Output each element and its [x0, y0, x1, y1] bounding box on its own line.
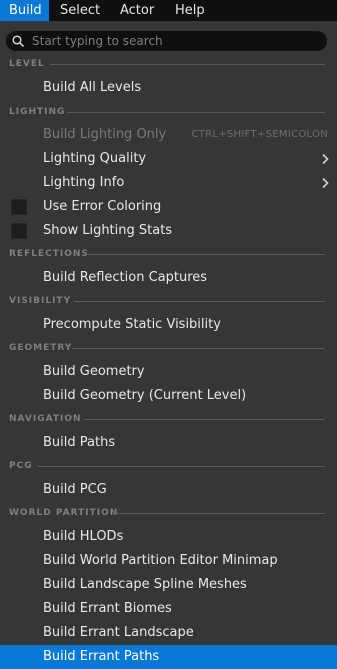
menu-help[interactable]: Help [166, 0, 214, 21]
menu-actor[interactable]: Actor [111, 0, 163, 21]
menu-item-use-error-coloring[interactable]: Use Error Coloring [0, 195, 337, 219]
menu-item-label: Build HLODs [43, 529, 124, 544]
section-divider [84, 419, 325, 420]
menu-item-build-errant-biomes[interactable]: Build Errant Biomes [0, 597, 337, 621]
section-level: LEVEL [0, 57, 337, 71]
section-divider [74, 301, 325, 302]
build-menu-dropdown: LEVEL Build All Levels LIGHTING Build Li… [0, 21, 337, 669]
menu-item-precompute-static-visibility[interactable]: Precompute Static Visibility [0, 313, 337, 337]
menu-item-lighting-quality[interactable]: Lighting Quality [0, 147, 337, 171]
section-visibility: VISIBILITY [0, 294, 337, 308]
search-icon [12, 35, 24, 47]
menu-item-build-errant-paths[interactable]: Build Errant Paths [0, 645, 337, 669]
menu-build[interactable]: Build [0, 0, 49, 21]
menu-item-label: Lighting Quality [43, 151, 147, 166]
menu-item-label: Build Reflection Captures [43, 270, 208, 285]
menu-item-build-reflection-captures[interactable]: Build Reflection Captures [0, 266, 337, 290]
section-world-partition: WORLD PARTITION [0, 506, 337, 520]
menu-item-label: Build Geometry [43, 364, 145, 379]
section-divider [72, 348, 325, 349]
menu-item-label: Build Landscape Spline Meshes [43, 577, 247, 592]
checkbox-show-lighting-stats[interactable] [11, 223, 27, 239]
search-box[interactable] [6, 31, 327, 51]
menu-item-show-lighting-stats[interactable]: Show Lighting Stats [0, 219, 337, 243]
chevron-right-icon [322, 153, 329, 165]
menu-item-build-all-levels[interactable]: Build All Levels [0, 76, 337, 100]
section-lighting: LIGHTING [0, 105, 337, 119]
menu-item-build-paths[interactable]: Build Paths [0, 431, 337, 455]
section-geometry: GEOMETRY [0, 341, 337, 355]
menu-item-label: Lighting Info [43, 175, 125, 190]
menu-item-label: Build PCG [43, 482, 107, 497]
menu-item-build-landscape-spline-meshes[interactable]: Build Landscape Spline Meshes [0, 573, 337, 597]
section-label-world-partition: WORLD PARTITION [9, 508, 119, 518]
section-label-reflections: REFLECTIONS [9, 249, 89, 259]
menu-item-label: Precompute Static Visibility [43, 317, 221, 332]
section-divider [112, 513, 325, 514]
section-pcg: PCG [0, 459, 337, 473]
menu-item-build-hlods[interactable]: Build HLODs [0, 525, 337, 549]
menu-item-build-geometry[interactable]: Build Geometry [0, 360, 337, 384]
menu-item-label: Build Lighting Only [43, 127, 167, 142]
menu-item-label: Build Paths [43, 435, 116, 450]
section-label-visibility: VISIBILITY [9, 296, 72, 306]
menu-item-build-world-partition-editor-minimap[interactable]: Build World Partition Editor Minimap [0, 549, 337, 573]
keyboard-shortcut: CTRL+SHIFT+SEMICOLON [191, 129, 328, 140]
menu-select[interactable]: Select [51, 0, 109, 21]
section-divider [38, 466, 325, 467]
section-navigation: NAVIGATION [0, 412, 337, 426]
chevron-right-icon [322, 177, 329, 189]
menu-item-build-lighting-only[interactable]: Build Lighting Only CTRL+SHIFT+SEMICOLON [0, 123, 337, 147]
section-label-geometry: GEOMETRY [9, 343, 73, 353]
section-divider [50, 64, 325, 65]
section-divider [67, 112, 325, 113]
menu-item-label: Build Errant Paths [43, 649, 160, 664]
section-label-lighting: LIGHTING [9, 107, 66, 117]
section-label-level: LEVEL [9, 59, 45, 69]
menu-item-build-errant-landscape[interactable]: Build Errant Landscape [0, 621, 337, 645]
search-input[interactable] [32, 31, 317, 51]
section-label-navigation: NAVIGATION [9, 414, 82, 424]
section-divider [88, 254, 325, 255]
menu-item-label: Build Errant Landscape [43, 625, 194, 640]
menu-item-label: Build Geometry (Current Level) [43, 388, 247, 403]
menu-item-label: Use Error Coloring [43, 199, 162, 214]
section-reflections: REFLECTIONS [0, 247, 337, 261]
menu-item-label: Build World Partition Editor Minimap [43, 553, 278, 568]
section-label-pcg: PCG [9, 461, 33, 471]
menu-item-lighting-info[interactable]: Lighting Info [0, 171, 337, 195]
menu-item-label: Build Errant Biomes [43, 601, 172, 616]
checkbox-use-error-coloring[interactable] [11, 199, 27, 215]
menu-bar: Build Select Actor Help [0, 0, 337, 21]
menu-item-label: Show Lighting Stats [43, 223, 173, 238]
menu-item-label: Build All Levels [43, 80, 142, 95]
menu-item-build-geometry-current-level[interactable]: Build Geometry (Current Level) [0, 384, 337, 408]
menu-item-build-pcg[interactable]: Build PCG [0, 478, 337, 502]
